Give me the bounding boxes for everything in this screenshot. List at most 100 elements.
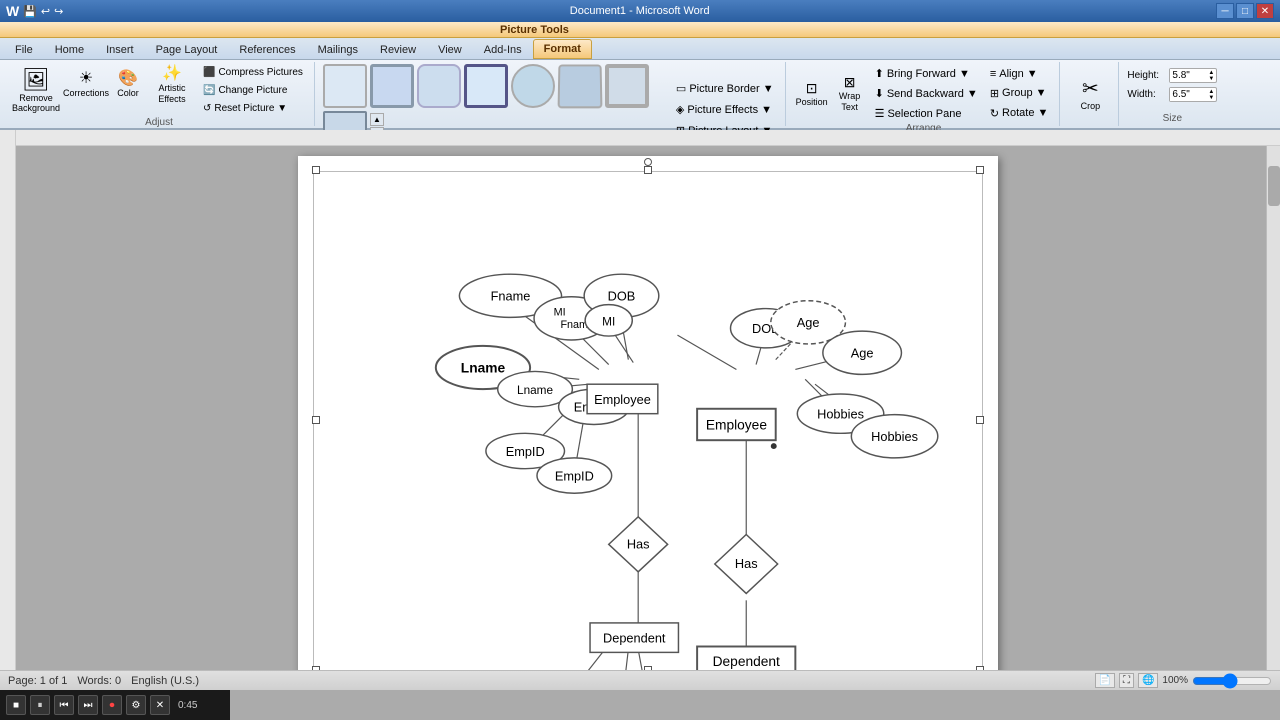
wrap-text-icon: ⊠: [844, 74, 856, 91]
tab-view[interactable]: View: [427, 40, 473, 59]
crop-label: Crop: [1081, 101, 1101, 112]
svg-text:Fname: Fname: [491, 289, 531, 304]
color-button[interactable]: 🎨 Color: [108, 64, 148, 104]
redo-icon[interactable]: ↪: [54, 5, 63, 18]
close-media-button[interactable]: ✕: [150, 695, 170, 715]
minimize-button[interactable]: ─: [1216, 3, 1234, 19]
change-picture-button[interactable]: 🔄 Change Picture: [198, 82, 308, 99]
corrections-button[interactable]: ☀ Corrections: [66, 64, 106, 104]
word-count: Words: 0: [77, 675, 121, 687]
style-thumb-6[interactable]: [557, 64, 602, 108]
media-time: 0:45: [178, 700, 197, 711]
handle-br: [976, 666, 984, 670]
tab-mailings[interactable]: Mailings: [307, 40, 369, 59]
svg-text:Lname: Lname: [517, 384, 553, 397]
align-button[interactable]: ≡ Align ▼: [985, 65, 1054, 83]
picture-effects-button[interactable]: ◈ Picture Effects ▼: [671, 100, 779, 119]
group-button[interactable]: ⊞ Group ▼: [985, 84, 1054, 103]
reset-picture-button[interactable]: ↺ Reset Picture ▼: [198, 100, 308, 117]
width-input[interactable]: [1170, 88, 1206, 101]
group-label: Group ▼: [1002, 87, 1047, 99]
window-title: Document1 - Microsoft Word: [63, 5, 1216, 17]
styles-scroll-up[interactable]: ▲: [370, 113, 384, 126]
reset-label: Reset Picture ▼: [214, 103, 287, 114]
height-label: Height:: [1127, 70, 1165, 81]
svg-text:DOB: DOB: [608, 289, 636, 304]
stop-button[interactable]: ■: [6, 695, 26, 715]
scrollbar-vertical[interactable]: [1266, 146, 1280, 670]
svg-text:Has: Has: [735, 556, 758, 571]
style-thumb-3[interactable]: [417, 64, 461, 108]
tab-page-layout[interactable]: Page Layout: [145, 40, 229, 59]
width-down[interactable]: ▼: [1206, 95, 1216, 101]
style-thumb-1[interactable]: [323, 64, 367, 108]
tab-add-ins[interactable]: Add-Ins: [473, 40, 533, 59]
compress-pictures-button[interactable]: ⬛ Compress Pictures: [198, 64, 308, 81]
height-input[interactable]: [1170, 69, 1206, 82]
corrections-icon: ☀: [79, 69, 93, 88]
svg-text:MI: MI: [554, 306, 566, 318]
close-button[interactable]: ✕: [1256, 3, 1274, 19]
svg-text:Employee: Employee: [594, 392, 651, 407]
maximize-button[interactable]: □: [1236, 3, 1254, 19]
selection-pane-label: Selection Pane: [887, 108, 961, 120]
picture-border-button[interactable]: ▭ Picture Border ▼: [671, 79, 779, 98]
change-label: Change Picture: [218, 85, 287, 96]
scroll-thumb-v[interactable]: [1268, 166, 1280, 206]
svg-text:Lname: Lname: [461, 360, 506, 375]
document-area: Fname MI Fname DOB MI Lname: [16, 146, 1280, 670]
print-view-btn[interactable]: 📄: [1095, 673, 1115, 688]
zoom-level: 100%: [1162, 675, 1188, 686]
tab-home[interactable]: Home: [44, 40, 95, 59]
send-backward-button[interactable]: ⬇ Send Backward ▼: [870, 84, 983, 103]
svg-text:Dependent: Dependent: [713, 654, 780, 669]
word-icon: W: [6, 3, 19, 19]
group-size: Height: ▲ ▼ Width: ▲ ▼: [1121, 62, 1223, 126]
wrap-text-button[interactable]: ⊠ WrapText: [832, 70, 868, 118]
settings-button[interactable]: ⚙: [126, 695, 146, 715]
web-view-btn[interactable]: 🌐: [1138, 673, 1158, 688]
tab-references[interactable]: References: [228, 40, 306, 59]
record-button[interactable]: ⏺: [102, 695, 122, 715]
status-bar: Page: 1 of 1 Words: 0 English (U.S.) 📄 ⛶…: [0, 670, 1280, 690]
svg-text:Employee: Employee: [706, 417, 767, 432]
main-area: Fname MI Fname DOB MI Lname: [16, 130, 1280, 670]
document-page: Fname MI Fname DOB MI Lname: [298, 156, 998, 670]
svg-text:Hobbies: Hobbies: [871, 429, 918, 444]
crop-label-group: [1068, 124, 1112, 126]
svg-text:MI: MI: [602, 315, 615, 328]
language: English (U.S.): [131, 675, 199, 687]
selection-pane-button[interactable]: ☰ Selection Pane: [870, 104, 983, 123]
tab-review[interactable]: Review: [369, 40, 427, 59]
full-screen-btn[interactable]: ⛶: [1119, 673, 1134, 688]
ruler-horizontal: [16, 130, 1280, 146]
rotation-handle[interactable]: [644, 158, 652, 166]
remove-background-button[interactable]: 🖼 RemoveBackground: [10, 65, 62, 117]
pause-button[interactable]: ⏸: [30, 695, 50, 715]
bring-forward-button[interactable]: ⬆ Bring Forward ▼: [870, 64, 983, 83]
crop-button[interactable]: ✂ Crop: [1068, 70, 1112, 118]
height-down[interactable]: ▼: [1206, 76, 1216, 82]
style-thumb-4[interactable]: [464, 64, 508, 108]
undo-icon[interactable]: ↩: [41, 5, 50, 18]
svg-text:Has: Has: [627, 536, 650, 551]
tab-insert[interactable]: Insert: [95, 40, 145, 59]
rotate-button[interactable]: ↻ Rotate ▼: [985, 104, 1054, 123]
ruler-vertical: [0, 130, 16, 670]
tab-file[interactable]: File: [4, 40, 44, 59]
zoom-slider[interactable]: [1192, 674, 1272, 688]
play-prev-button[interactable]: ⏮: [54, 695, 74, 715]
position-button[interactable]: ⊡ Position: [794, 70, 830, 118]
remove-background-label: RemoveBackground: [12, 94, 60, 114]
tab-format[interactable]: Format: [533, 39, 592, 59]
style-thumb-5[interactable]: [511, 64, 555, 108]
compress-icon: ⬛: [203, 67, 215, 78]
title-bar: W 💾 ↩ ↪ Document1 - Microsoft Word ─ □ ✕: [0, 0, 1280, 22]
style-thumb-2[interactable]: [370, 64, 414, 108]
play-next-button[interactable]: ⏭: [78, 695, 98, 715]
quick-save-icon[interactable]: 💾: [23, 5, 37, 18]
style-thumb-7[interactable]: [605, 64, 649, 108]
er-diagram: Fname MI Fname DOB MI Lname: [313, 171, 983, 670]
picture-tools-label: Picture Tools: [0, 22, 1280, 38]
artistic-effects-button[interactable]: ✨ ArtisticEffects: [150, 64, 194, 104]
